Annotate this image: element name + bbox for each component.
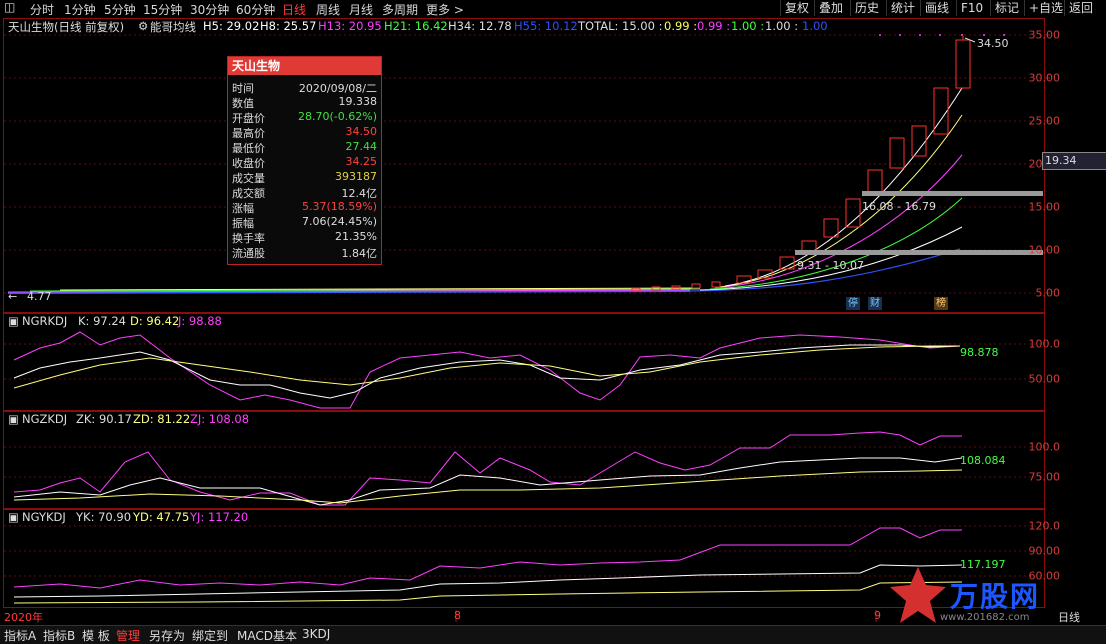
ngrkdj-d: D: 96.42 <box>130 314 180 328</box>
zk-zd-line <box>13 469 963 504</box>
ngzkdj-zj: ZJ: 108.08 <box>190 412 250 426</box>
badge-rank[interactable]: 榜 <box>934 297 948 310</box>
gear-icon[interactable]: ⚙ <box>138 19 148 33</box>
ma-h8-value: H8: 25.57 <box>260 19 317 33</box>
total-3: 0.99 : <box>697 19 731 33</box>
bind-to-button[interactable]: 绑定到 <box>192 627 228 644</box>
total-2: 0.99 : <box>664 19 698 33</box>
ngykdj-last: 117.197 <box>960 558 1006 571</box>
y-tick: 50.00 <box>1028 372 1061 386</box>
indicator-name[interactable]: 能哥均线 <box>150 19 196 35</box>
total-value: TOTAL: 15.00 : <box>578 19 663 33</box>
y-tick: 10.00 <box>1028 243 1061 257</box>
zk-zk-line <box>13 457 963 506</box>
tooltip-title: 天山生物 <box>228 57 381 75</box>
ngrkdj-j: J: 98.88 <box>178 314 222 328</box>
ngykdj-yk: YK: 70.90 <box>76 510 132 524</box>
ngzkdj-zd: ZD: 81.22 <box>133 412 191 426</box>
save-as-button[interactable]: 另存为 <box>149 627 185 644</box>
ma-h5-line <box>724 87 963 287</box>
tooltip-row: 成交量 393187 <box>232 170 377 185</box>
collapse-icon[interactable]: ▣ <box>8 412 19 426</box>
total-6: 1.00 <box>802 19 828 33</box>
indicator-a-button[interactable]: 指标A <box>4 627 36 644</box>
ngzkdj-zk: ZK: 90.17 <box>76 412 132 426</box>
tooltip-row: 涨幅 5.37(18.59%) <box>232 200 377 215</box>
total-4: 1.00 : <box>731 19 765 33</box>
time-sep: 9 <box>874 609 881 622</box>
watermark-logo-icon <box>890 567 946 623</box>
price-tooltip: 天山生物 时间 2020/09/08/二 数值 19.338 开盘价 28.70(-0… <box>227 56 382 265</box>
ngzkdj-last: 108.084 <box>960 454 1006 467</box>
y-tick: 15.00 <box>1028 200 1061 214</box>
ngrkdj-k: K: 97.24 <box>78 314 126 328</box>
time-year: 2020年 <box>4 611 43 624</box>
bottom-bar: 指标A 指标B 模 板 管理 另存为 绑定到 MACD基本 3KDJ <box>0 625 1106 644</box>
ma-h13-value: H13: 20.95 <box>318 19 382 33</box>
time-aug: 8 <box>454 609 461 622</box>
y-tick: 25.00 <box>1028 114 1061 128</box>
early-price-line <box>7 287 701 294</box>
zone-upper <box>862 191 1043 196</box>
period-label: 日线 <box>1058 611 1080 624</box>
low-arrow-icon: ← <box>8 290 18 303</box>
template-button[interactable]: 模 板 <box>82 627 110 644</box>
y-tick: 30.00 <box>1028 71 1061 85</box>
yk-yj-line <box>13 527 962 589</box>
ma-h5-value: H5: 29.02 <box>203 19 260 33</box>
collapse-icon[interactable]: ▣ <box>8 314 19 328</box>
ngrkdj-name[interactable]: NGRKDJ <box>22 314 67 328</box>
3kdj-button[interactable]: 3KDJ <box>302 627 330 641</box>
badge-suspend[interactable]: 停 <box>846 297 860 310</box>
rk-j-line <box>13 331 961 409</box>
ma-h55-value: H55: 10.12 <box>514 19 578 33</box>
ngzkdj-name[interactable]: NGZKDJ <box>22 412 67 426</box>
ngrkdj-last: 98.878 <box>960 346 999 359</box>
yk-yd-line <box>13 581 963 604</box>
rk-k-line <box>13 344 961 399</box>
tooltip-row: 时间 2020/09/08/二 <box>232 82 377 95</box>
tooltip-row: 流通股 1.84亿 <box>232 247 377 260</box>
macd-basic-button[interactable]: MACD基本 <box>237 627 297 644</box>
tooltip-row: 收盘价 34.25 <box>232 155 377 170</box>
yk-yk-line <box>13 564 963 598</box>
badge-finance[interactable]: 财 <box>868 297 882 310</box>
tooltip-row: 换手率 21.35% <box>232 230 377 245</box>
tooltip-row: 成交额 12.4亿 <box>232 187 377 200</box>
high-price-label: 34.50 <box>977 37 1009 50</box>
tooltip-row: 振幅 7.06(24.45%) <box>232 215 377 230</box>
ngykdj-name[interactable]: NGYKDJ <box>22 510 66 524</box>
y-tick: 120.0 <box>1028 519 1061 533</box>
ma-h21-value: H21: 16.42 <box>384 19 448 33</box>
ma-h34-value: H34: 12.78 <box>448 19 512 33</box>
manage-button[interactable]: 管理 <box>116 627 140 644</box>
y-tick: 75.00 <box>1028 470 1061 484</box>
watermark-brand: 万股网 <box>950 580 1041 613</box>
zone-lower-label: 9.31 - 10.07 <box>797 259 864 272</box>
total-5: 1.00 : <box>765 19 799 33</box>
ngykdj-yj: YJ: 117.20 <box>190 510 249 524</box>
current-price-tag: 19.34 <box>1042 152 1106 170</box>
zone-upper-label: 16.08 - 16.79 <box>862 200 936 213</box>
ngykdj-yd: YD: 47.75 <box>133 510 190 524</box>
tooltip-row: 开盘价 28.70(-0.62%) <box>232 110 377 125</box>
collapse-icon[interactable]: ▣ <box>8 510 19 524</box>
y-tick: 100.0 <box>1028 440 1061 454</box>
tooltip-row: 最低价 27.44 <box>232 140 377 155</box>
indicator-b-button[interactable]: 指标B <box>43 627 75 644</box>
low-price-label: 4.77 <box>27 290 52 303</box>
y-tick: 90.00 <box>1028 544 1061 558</box>
tooltip-row: 数值 19.338 <box>232 95 377 110</box>
rk-d-line <box>13 345 960 389</box>
y-tick: 5.00 <box>1035 286 1061 300</box>
y-tick: 100.0 <box>1028 337 1061 351</box>
stock-title: 天山生物(日线 前复权) <box>8 20 125 34</box>
watermark-url: www.201682.com <box>940 612 1030 623</box>
tooltip-row: 最高价 34.50 <box>232 125 377 140</box>
y-tick: 35.00 <box>1028 28 1061 42</box>
